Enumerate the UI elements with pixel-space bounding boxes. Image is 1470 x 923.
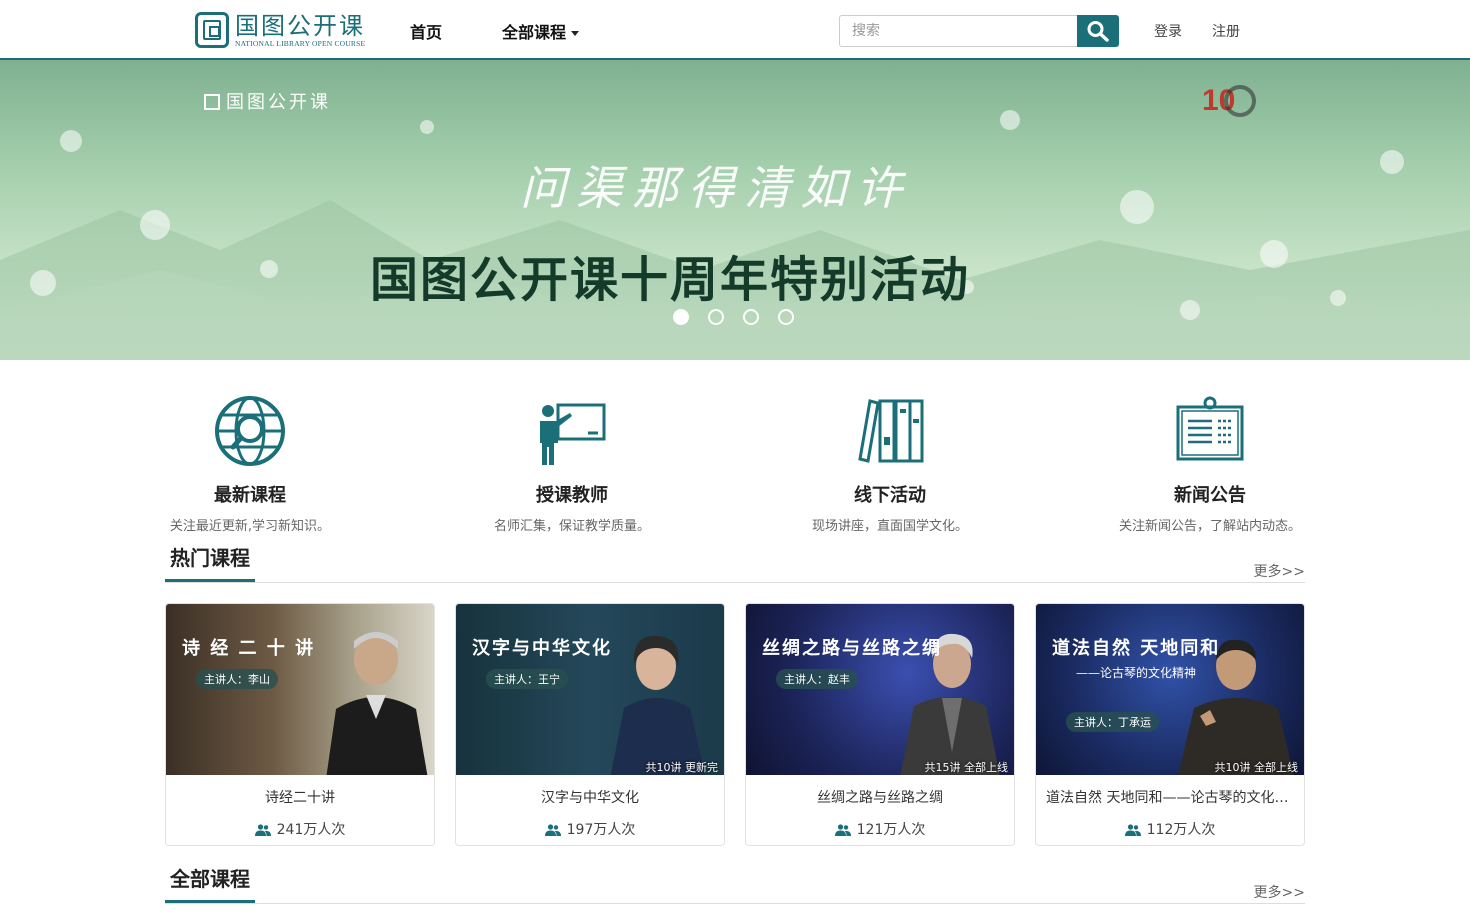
bokeh-dot — [1260, 240, 1288, 268]
course-card[interactable]: 汉字与中华文化 主讲人：王宁 共10讲 更新完 汉字与中华文化 197万人次 — [455, 603, 725, 846]
feature-latest-courses[interactable]: 最新课程 关注最近更新,学习新知识。 — [130, 395, 370, 534]
more-link[interactable]: 更多>> — [1254, 561, 1305, 581]
course-card[interactable]: 丝绸之路与丝路之绸 主讲人：赵丰 共15讲 全部上线 丝绸之路与丝路之绸 121… — [745, 603, 1015, 846]
users-icon — [254, 824, 271, 836]
thumbnail-title: 丝绸之路与丝路之绸 — [762, 638, 942, 659]
logo-cn-text: 国图公开课 — [235, 11, 365, 40]
search-button[interactable] — [1077, 15, 1119, 47]
feature-desc: 关注最近更新,学习新知识。 — [169, 519, 331, 534]
bokeh-dot — [30, 270, 56, 296]
users-icon — [1124, 824, 1141, 836]
lecturer-image — [326, 632, 428, 775]
section-title: 热门课程 — [165, 543, 255, 582]
users-icon — [544, 824, 561, 836]
bokeh-dot — [1330, 290, 1346, 306]
course-thumbnail[interactable]: 道法自然 天地同和 ——论古琴的文化精神 主讲人：丁承运 共10讲 全部上线 — [1036, 604, 1304, 775]
thumbnail-title: 汉字与中华文化 — [472, 638, 612, 659]
course-card[interactable]: 诗 经 二 十 讲 主讲人：李山 诗经二十讲 241万人次 — [165, 603, 435, 846]
logo-mark-icon — [195, 12, 229, 48]
section-title: 全部课程 — [165, 864, 255, 903]
views-count: 112万人次 — [1146, 822, 1216, 838]
feature-desc: 现场讲座，直面国学文化。 — [811, 519, 968, 534]
thumbnail-title: 诗 经 二 十 讲 — [182, 638, 316, 659]
search-icon — [1087, 21, 1109, 42]
course-name[interactable]: 道法自然 天地同和——论古琴的文化精神 — [1036, 787, 1304, 807]
register-link[interactable]: 注册 — [1212, 21, 1240, 41]
thumbnail-speaker: 主讲人：丁承运 — [1066, 712, 1159, 732]
course-name[interactable]: 汉字与中华文化 — [456, 787, 724, 807]
course-card[interactable]: 道法自然 天地同和 ——论古琴的文化精神 主讲人：丁承运 共10讲 全部上线 道… — [1035, 603, 1305, 846]
bokeh-dot — [1000, 110, 1020, 130]
carousel-dot-4[interactable] — [778, 309, 794, 325]
course-views: 121万人次 — [746, 819, 1014, 839]
banner-logo: 国图公开课 — [204, 88, 331, 114]
feature-title: 线下活动 — [854, 485, 926, 506]
bokeh-dot — [260, 260, 278, 278]
thumbnail-subtitle: ——论古琴的文化精神 — [1076, 666, 1197, 680]
books-icon — [858, 399, 924, 463]
feature-offline-events[interactable]: 线下活动 现场讲座，直面国学文化。 — [770, 395, 1010, 534]
thumbnail-badge: 共10讲 全部上线 — [1214, 761, 1299, 774]
carousel-dot-2[interactable] — [708, 309, 724, 325]
nav-all-courses-label: 全部课程 — [502, 23, 567, 42]
carousel-dot-1[interactable] — [673, 309, 689, 325]
bokeh-dot — [140, 210, 170, 240]
carousel-dot-3[interactable] — [743, 309, 759, 325]
thumbnail-badge: 共10讲 更新完 — [645, 761, 719, 774]
course-thumbnail[interactable]: 丝绸之路与丝路之绸 主讲人：赵丰 共15讲 全部上线 — [746, 604, 1014, 775]
bokeh-dot — [1120, 190, 1154, 224]
banner-title: 国图公开课十周年特别活动 — [370, 252, 971, 308]
course-name[interactable]: 诗经二十讲 — [166, 787, 434, 807]
bokeh-dot — [420, 120, 434, 134]
thumbnail-title: 道法自然 天地同和 — [1052, 638, 1221, 659]
feature-title: 新闻公告 — [1174, 485, 1246, 506]
bokeh-dot — [60, 130, 82, 152]
carousel-indicators — [673, 309, 794, 325]
banner-logo-text: 国图公开课 — [226, 92, 331, 113]
logo-text: 国图公开课 NATIONAL LIBRARY OPEN COURSE — [235, 13, 365, 48]
feature-news[interactable]: 新闻公告 关注新闻公告，了解站内动态。 — [1090, 395, 1330, 534]
nav-all-courses-dropdown[interactable]: 全部课程 — [502, 19, 580, 43]
feature-teachers[interactable]: 授课教师 名师汇集，保证教学质量。 — [452, 395, 692, 534]
search-input[interactable] — [839, 15, 1077, 47]
nav-home-link[interactable]: 首页 — [410, 19, 442, 43]
feature-desc: 名师汇集，保证教学质量。 — [493, 519, 650, 534]
caret-down-icon — [571, 31, 580, 36]
hero-banner-carousel[interactable]: 国图公开课 10 问渠那得清如许 国图公开课十周年特别活动 — [0, 60, 1470, 360]
views-count: 197万人次 — [566, 822, 636, 838]
banner-logo-icon — [204, 94, 220, 110]
site-logo[interactable]: 国图公开课 NATIONAL LIBRARY OPEN COURSE — [195, 10, 375, 50]
feature-title: 最新课程 — [214, 485, 286, 506]
thumbnail-speaker: 主讲人：王宁 — [486, 669, 568, 689]
top-header: 国图公开课 NATIONAL LIBRARY OPEN COURSE 首页 全部… — [0, 0, 1470, 60]
bokeh-dot — [1380, 150, 1404, 174]
all-courses-header: 全部课程 更多>> — [165, 864, 1305, 904]
views-count: 121万人次 — [856, 822, 926, 838]
feature-desc: 关注新闻公告，了解站内动态。 — [1118, 519, 1301, 534]
course-thumbnail[interactable]: 诗 经 二 十 讲 主讲人：李山 — [166, 604, 434, 775]
news-board-icon — [1176, 396, 1244, 461]
login-link[interactable]: 登录 — [1154, 21, 1182, 41]
views-count: 241万人次 — [276, 822, 346, 838]
course-views: 112万人次 — [1036, 819, 1304, 839]
anniversary-badge-icon: 10 — [1202, 84, 1256, 117]
users-icon — [834, 824, 851, 836]
globe-search-icon — [215, 396, 285, 466]
thumbnail-badge: 共15讲 全部上线 — [924, 761, 1009, 774]
more-link[interactable]: 更多>> — [1254, 882, 1305, 902]
logo-en-text: NATIONAL LIBRARY OPEN COURSE — [235, 38, 366, 48]
thumbnail-speaker: 主讲人：赵丰 — [776, 669, 858, 689]
bokeh-dot — [1180, 300, 1200, 320]
hot-courses-header: 热门课程 更多>> — [165, 543, 1305, 583]
banner-slogan: 问渠那得清如许 — [520, 161, 912, 215]
course-views: 241万人次 — [166, 819, 434, 839]
course-name[interactable]: 丝绸之路与丝路之绸 — [746, 787, 1014, 807]
course-views: 197万人次 — [456, 819, 724, 839]
thumbnail-speaker: 主讲人：李山 — [196, 669, 278, 689]
feature-title: 授课教师 — [536, 485, 608, 506]
teacher-board-icon — [540, 403, 606, 465]
course-thumbnail[interactable]: 汉字与中华文化 主讲人：王宁 共10讲 更新完 — [456, 604, 724, 775]
lecturer-image — [610, 635, 706, 775]
